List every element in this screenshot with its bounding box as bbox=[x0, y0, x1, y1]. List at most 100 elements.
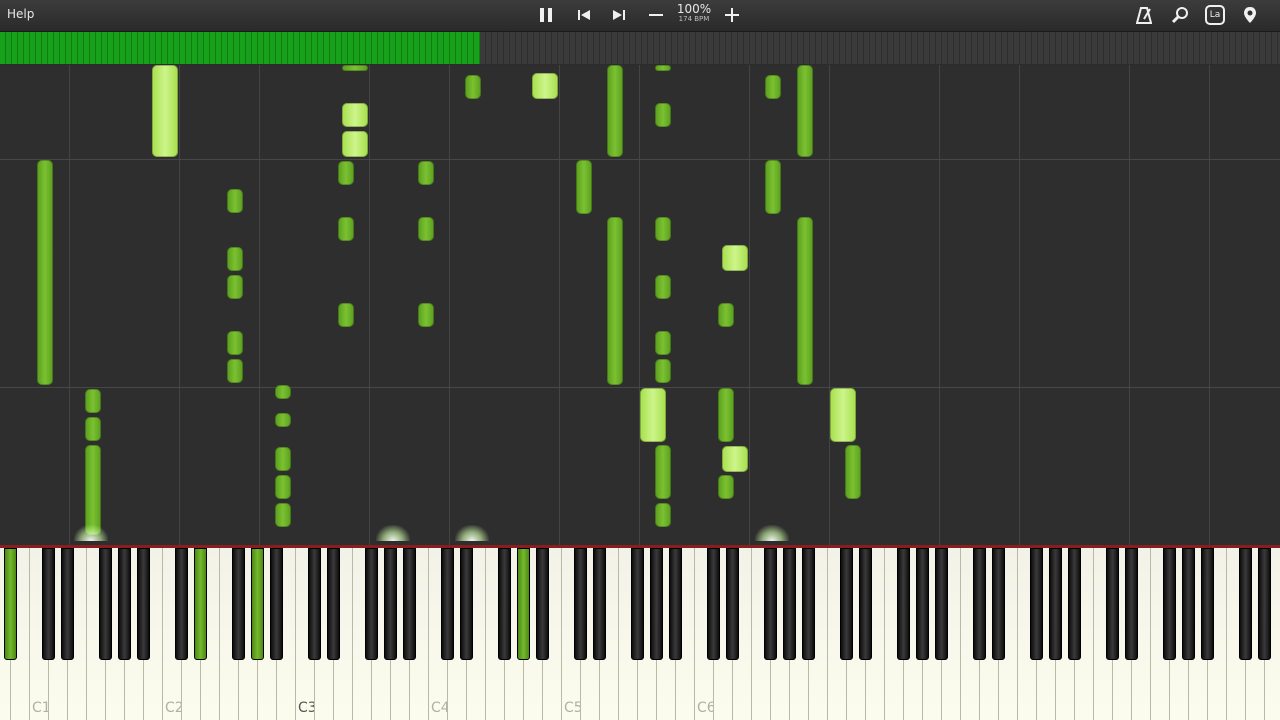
black-key-F-sharp-9[interactable] bbox=[1163, 548, 1176, 660]
black-key-G-sharp-3[interactable] bbox=[384, 548, 397, 660]
metronome-button[interactable] bbox=[1134, 4, 1154, 26]
black-key-C-sharp-9[interactable] bbox=[1106, 548, 1119, 660]
black-key-F-sharp-5[interactable] bbox=[631, 548, 644, 660]
falling-notes-area bbox=[0, 65, 1280, 545]
falling-note bbox=[85, 417, 101, 441]
falling-note bbox=[655, 359, 671, 383]
help-menu[interactable]: Help bbox=[7, 7, 34, 21]
black-key-A-sharp-3[interactable] bbox=[403, 548, 416, 660]
black-key-C-sharp-3[interactable] bbox=[308, 548, 321, 660]
black-key-D-sharp-9[interactable] bbox=[1125, 548, 1138, 660]
beat-gridline bbox=[639, 65, 640, 545]
black-key-D-sharp-8[interactable] bbox=[992, 548, 1005, 660]
black-key-F-sharp-4[interactable] bbox=[498, 548, 511, 660]
falling-note bbox=[722, 245, 748, 271]
black-key-A-sharp-5[interactable] bbox=[669, 548, 682, 660]
falling-note bbox=[655, 275, 671, 299]
beat-gridline bbox=[1209, 65, 1210, 545]
falling-note bbox=[418, 303, 434, 327]
black-key-F-sharp-3[interactable] bbox=[365, 548, 378, 660]
falling-note bbox=[85, 389, 101, 413]
speed-up-button[interactable] bbox=[722, 4, 742, 26]
black-key-G-sharp-8[interactable] bbox=[1049, 548, 1062, 660]
black-key-C-sharp-10[interactable] bbox=[1239, 548, 1252, 660]
black-key-D-sharp-2[interactable] bbox=[194, 548, 207, 660]
falling-note bbox=[338, 217, 354, 241]
black-key-C-sharp-2[interactable] bbox=[175, 548, 188, 660]
speed-percent: 100% bbox=[676, 2, 712, 16]
black-key-C-sharp-5[interactable] bbox=[574, 548, 587, 660]
black-key-G-sharp-7[interactable] bbox=[916, 548, 929, 660]
black-key-A-sharp-4[interactable] bbox=[536, 548, 549, 660]
black-key-C-sharp-7[interactable] bbox=[840, 548, 853, 660]
falling-note bbox=[797, 217, 813, 385]
black-key-D-sharp-10[interactable] bbox=[1258, 548, 1271, 660]
black-key-G-sharp-4[interactable] bbox=[517, 548, 530, 660]
falling-note bbox=[718, 388, 734, 442]
falling-note bbox=[342, 131, 368, 157]
falling-note bbox=[275, 475, 291, 499]
black-key-A-sharp-2[interactable] bbox=[270, 548, 283, 660]
search-icon bbox=[1171, 7, 1188, 24]
speed-down-button[interactable] bbox=[646, 4, 666, 26]
falling-note bbox=[718, 303, 734, 327]
black-key-G-sharp-2[interactable] bbox=[251, 548, 264, 660]
black-key-A-sharp-0[interactable] bbox=[4, 548, 17, 660]
black-key-C-sharp-1[interactable] bbox=[42, 548, 55, 660]
key-hit-sparkle bbox=[74, 525, 108, 541]
falling-note bbox=[227, 247, 243, 271]
black-key-D-sharp-1[interactable] bbox=[61, 548, 74, 660]
falling-note bbox=[830, 388, 856, 442]
falling-note bbox=[338, 161, 354, 185]
black-key-F-sharp-2[interactable] bbox=[232, 548, 245, 660]
previous-button[interactable] bbox=[574, 4, 594, 26]
falling-note bbox=[227, 275, 243, 299]
black-key-D-sharp-6[interactable] bbox=[726, 548, 739, 660]
falling-note bbox=[275, 447, 291, 471]
pause-button[interactable] bbox=[536, 4, 556, 26]
black-key-F-sharp-6[interactable] bbox=[764, 548, 777, 660]
measure-line bbox=[0, 387, 1280, 388]
next-button[interactable] bbox=[609, 4, 629, 26]
black-key-F-sharp-1[interactable] bbox=[99, 548, 112, 660]
black-key-C-sharp-6[interactable] bbox=[707, 548, 720, 660]
black-key-G-sharp-6[interactable] bbox=[783, 548, 796, 660]
black-key-G-sharp-1[interactable] bbox=[118, 548, 131, 660]
label-badge-text: La bbox=[1209, 10, 1221, 20]
black-key-D-sharp-3[interactable] bbox=[327, 548, 340, 660]
black-key-A-sharp-8[interactable] bbox=[1068, 548, 1081, 660]
song-progress-bar[interactable] bbox=[0, 32, 1280, 64]
falling-note bbox=[655, 103, 671, 127]
black-key-A-sharp-1[interactable] bbox=[137, 548, 150, 660]
black-key-C-sharp-8[interactable] bbox=[973, 548, 986, 660]
black-key-G-sharp-9[interactable] bbox=[1182, 548, 1195, 660]
key-hit-sparkle bbox=[376, 525, 410, 541]
location-button[interactable] bbox=[1240, 4, 1260, 26]
falling-note bbox=[227, 189, 243, 213]
beat-gridline bbox=[369, 65, 370, 545]
black-key-A-sharp-7[interactable] bbox=[935, 548, 948, 660]
black-key-G-sharp-5[interactable] bbox=[650, 548, 663, 660]
note-labels-button[interactable]: La bbox=[1204, 4, 1226, 26]
black-key-C-sharp-4[interactable] bbox=[441, 548, 454, 660]
black-key-D-sharp-4[interactable] bbox=[460, 548, 473, 660]
falling-note bbox=[465, 75, 481, 99]
falling-note bbox=[275, 503, 291, 527]
beat-gridline bbox=[829, 65, 830, 545]
falling-note bbox=[275, 413, 291, 427]
falling-note bbox=[576, 160, 592, 214]
black-key-F-sharp-7[interactable] bbox=[897, 548, 910, 660]
search-button[interactable] bbox=[1169, 4, 1191, 26]
black-key-A-sharp-6[interactable] bbox=[802, 548, 815, 660]
piano-keyboard[interactable]: C1 C2 C3 C4 C5 C6 bbox=[0, 545, 1280, 720]
black-key-D-sharp-7[interactable] bbox=[859, 548, 872, 660]
black-key-A-sharp-9[interactable] bbox=[1201, 548, 1214, 660]
falling-note bbox=[227, 331, 243, 355]
falling-note bbox=[342, 65, 368, 71]
black-key-F-sharp-8[interactable] bbox=[1030, 548, 1043, 660]
black-key-D-sharp-5[interactable] bbox=[593, 548, 606, 660]
beat-gridline bbox=[449, 65, 450, 545]
falling-note bbox=[418, 161, 434, 185]
falling-note bbox=[722, 446, 748, 472]
beat-gridline bbox=[939, 65, 940, 545]
